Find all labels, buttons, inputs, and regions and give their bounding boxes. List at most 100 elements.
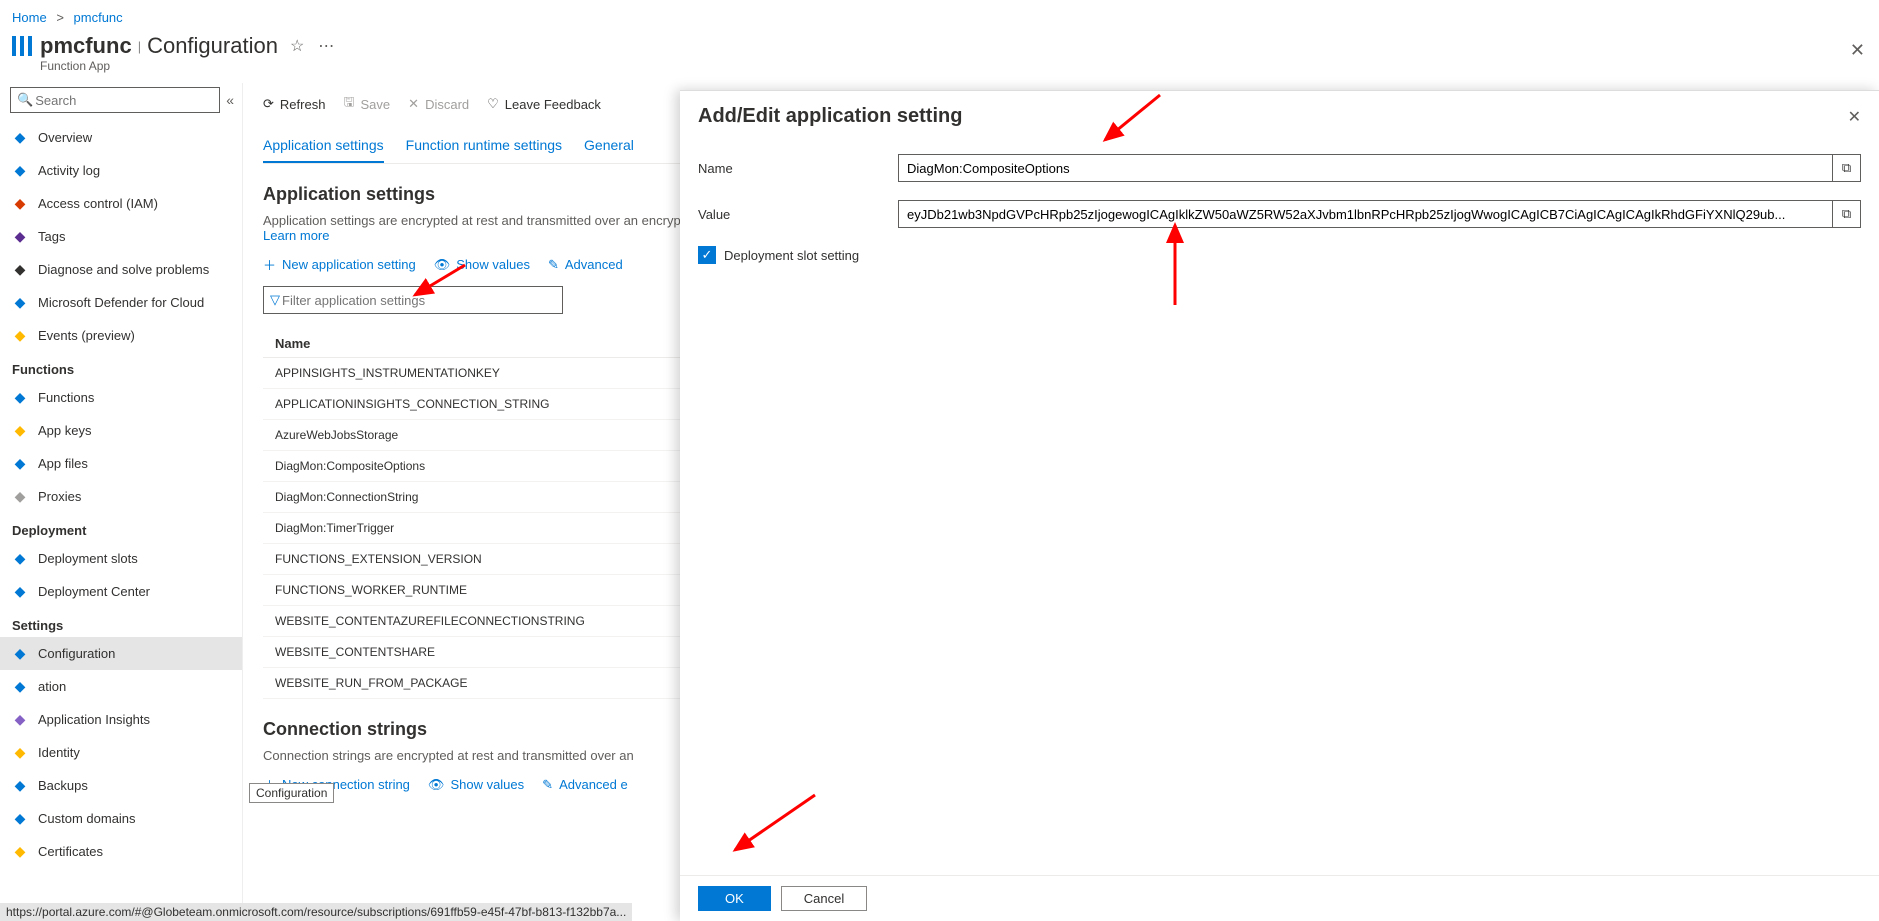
sidebar-item-label: Configuration xyxy=(38,646,115,661)
sidebar-item-label: Deployment slots xyxy=(38,551,138,566)
field-label-name: Name xyxy=(698,161,898,176)
tab-general[interactable]: General xyxy=(584,129,634,163)
deploy-slot-label: Deployment slot setting xyxy=(724,248,859,263)
tab-function-runtime[interactable]: Function runtime settings xyxy=(406,129,562,163)
proxies-icon: ◆ xyxy=(12,489,28,505)
sidebar-item-diag[interactable]: ◆Diagnose and solve problems xyxy=(0,253,242,286)
identity-icon: ◆ xyxy=(12,745,28,761)
eye-icon: 👁 xyxy=(428,777,445,793)
feedback-button[interactable]: ♡Leave Feedback xyxy=(487,96,601,112)
advanced-edit-button[interactable]: ✎Advanced xyxy=(548,255,623,274)
slots-icon: ◆ xyxy=(12,551,28,567)
collapse-sidebar-icon[interactable]: « xyxy=(226,92,234,108)
filter-input[interactable] xyxy=(280,292,556,309)
sidebar-item-auth[interactable]: ◆ation xyxy=(0,670,242,703)
discard-button[interactable]: ✕Discard xyxy=(408,96,469,112)
deploy-slot-checkbox[interactable]: ✓ Deployment slot setting xyxy=(698,246,1861,264)
cancel-button[interactable]: Cancel xyxy=(781,886,867,911)
sidebar-group: Functions xyxy=(0,352,242,381)
sidebar-item-backups[interactable]: ◆ Backups xyxy=(0,769,242,802)
iam-icon: ◆ xyxy=(12,196,28,212)
copy-value-icon[interactable]: ⧉ xyxy=(1832,201,1860,227)
sidebar-item-keys[interactable]: ◆App keys xyxy=(0,414,242,447)
copy-name-icon[interactable]: ⧉ xyxy=(1832,155,1860,181)
panel-title: Add/Edit application setting xyxy=(698,105,962,128)
resource-icon xyxy=(12,36,32,56)
sidebar-item-config[interactable]: ◆ Configuration xyxy=(0,637,242,670)
certs-icon: ◆ xyxy=(12,844,28,860)
sidebar-search[interactable]: 🔍 xyxy=(10,87,220,113)
sidebar-item-domains[interactable]: ◆Custom domains xyxy=(0,802,242,835)
sidebar-search-input[interactable] xyxy=(33,92,213,109)
sidebar-item-certs[interactable]: ◆ Certificates xyxy=(0,835,242,868)
tags-icon: ◆ xyxy=(12,229,28,245)
keys-icon: ◆ xyxy=(12,423,28,439)
tooltip-configuration: Configuration xyxy=(249,783,334,803)
name-input[interactable] xyxy=(899,161,1832,176)
sidebar-item-label: Events (preview) xyxy=(38,328,135,343)
sidebar-item-depcenter[interactable]: ◆ Deployment Center xyxy=(0,575,242,608)
close-blade-icon[interactable]: ✕ xyxy=(1850,40,1865,61)
sidebar-item-label: Proxies xyxy=(38,489,81,504)
sidebar-item-activity[interactable]: ◆Activity log xyxy=(0,154,242,187)
sidebar-item-label: Microsoft Defender for Cloud xyxy=(38,295,204,310)
breadcrumb-home[interactable]: Home xyxy=(12,10,47,25)
pencil-icon: ✎ xyxy=(548,257,559,273)
sidebar: 🔍 « ◆Overview◆Activity log◆Access contro… xyxy=(0,83,242,914)
depcenter-icon: ◆ xyxy=(12,584,28,600)
sidebar-item-events[interactable]: ◆ Events (preview) xyxy=(0,319,242,352)
show-values-conn-button[interactable]: 👁Show values xyxy=(428,775,524,794)
sidebar-item-insights[interactable]: ◆Application Insights xyxy=(0,703,242,736)
sidebar-item-proxies[interactable]: ◆ Proxies xyxy=(0,480,242,513)
learn-more-link[interactable]: Learn more xyxy=(263,228,329,243)
status-url: https://portal.azure.com/#@Globeteam.onm… xyxy=(0,903,632,921)
sidebar-item-identity[interactable]: ◆ Identity xyxy=(0,736,242,769)
pin-icon[interactable]: ☆ xyxy=(290,36,304,56)
page-section: Configuration xyxy=(147,33,278,59)
sidebar-item-defender[interactable]: ◆Microsoft Defender for Cloud xyxy=(0,286,242,319)
sidebar-group: Deployment xyxy=(0,513,242,542)
sidebar-item-label: Identity xyxy=(38,745,80,760)
sidebar-item-iam[interactable]: ◆ Access control (IAM) xyxy=(0,187,242,220)
sidebar-item-label: Backups xyxy=(38,778,88,793)
page-header: pmcfunc | Configuration ☆ ⋯ xyxy=(0,29,1879,61)
sidebar-item-label: Access control (IAM) xyxy=(38,196,158,211)
events-icon: ◆ xyxy=(12,328,28,344)
sidebar-item-functions[interactable]: ◆Functions xyxy=(0,381,242,414)
filter-box[interactable]: ▽ xyxy=(263,286,563,314)
sidebar-item-label: Certificates xyxy=(38,844,103,859)
sidebar-item-label: App files xyxy=(38,456,88,471)
value-input[interactable] xyxy=(899,207,1832,222)
sidebar-group: Settings xyxy=(0,608,242,637)
sidebar-item-label: Application Insights xyxy=(38,712,150,727)
backups-icon: ◆ xyxy=(12,778,28,794)
show-values-button[interactable]: 👁Show values xyxy=(434,255,530,274)
tab-application-settings[interactable]: Application settings xyxy=(263,129,384,163)
ok-button[interactable]: OK xyxy=(698,886,771,911)
sidebar-item-label: Diagnose and solve problems xyxy=(38,262,209,277)
breadcrumb: Home > pmcfunc xyxy=(0,0,1879,29)
config-icon: ◆ xyxy=(12,646,28,662)
sidebar-item-overview[interactable]: ◆Overview xyxy=(0,121,242,154)
sidebar-item-label: Custom domains xyxy=(38,811,136,826)
sidebar-item-label: ation xyxy=(38,679,66,694)
sidebar-item-files[interactable]: ◆App files xyxy=(0,447,242,480)
panel-close-icon[interactable]: ✕ xyxy=(1848,107,1861,127)
search-icon: 🔍 xyxy=(17,92,33,108)
resource-type: Function App xyxy=(0,59,1879,83)
overview-icon: ◆ xyxy=(12,130,28,146)
new-app-setting-button[interactable]: ＋New application setting xyxy=(263,255,416,274)
breadcrumb-current[interactable]: pmcfunc xyxy=(74,10,123,25)
discard-icon: ✕ xyxy=(408,96,419,112)
refresh-icon: ⟳ xyxy=(263,96,274,112)
sidebar-item-tags[interactable]: ◆Tags xyxy=(0,220,242,253)
sidebar-item-label: Activity log xyxy=(38,163,100,178)
save-button[interactable]: 🖫Save xyxy=(343,93,390,115)
heart-icon: ♡ xyxy=(487,96,499,112)
refresh-button[interactable]: ⟳Refresh xyxy=(263,96,325,112)
sidebar-item-label: Functions xyxy=(38,390,94,405)
more-icon[interactable]: ⋯ xyxy=(318,36,334,56)
sidebar-item-label: Deployment Center xyxy=(38,584,150,599)
sidebar-item-slots[interactable]: ◆ Deployment slots xyxy=(0,542,242,575)
advanced-edit-conn-button[interactable]: ✎Advanced e xyxy=(542,775,628,794)
